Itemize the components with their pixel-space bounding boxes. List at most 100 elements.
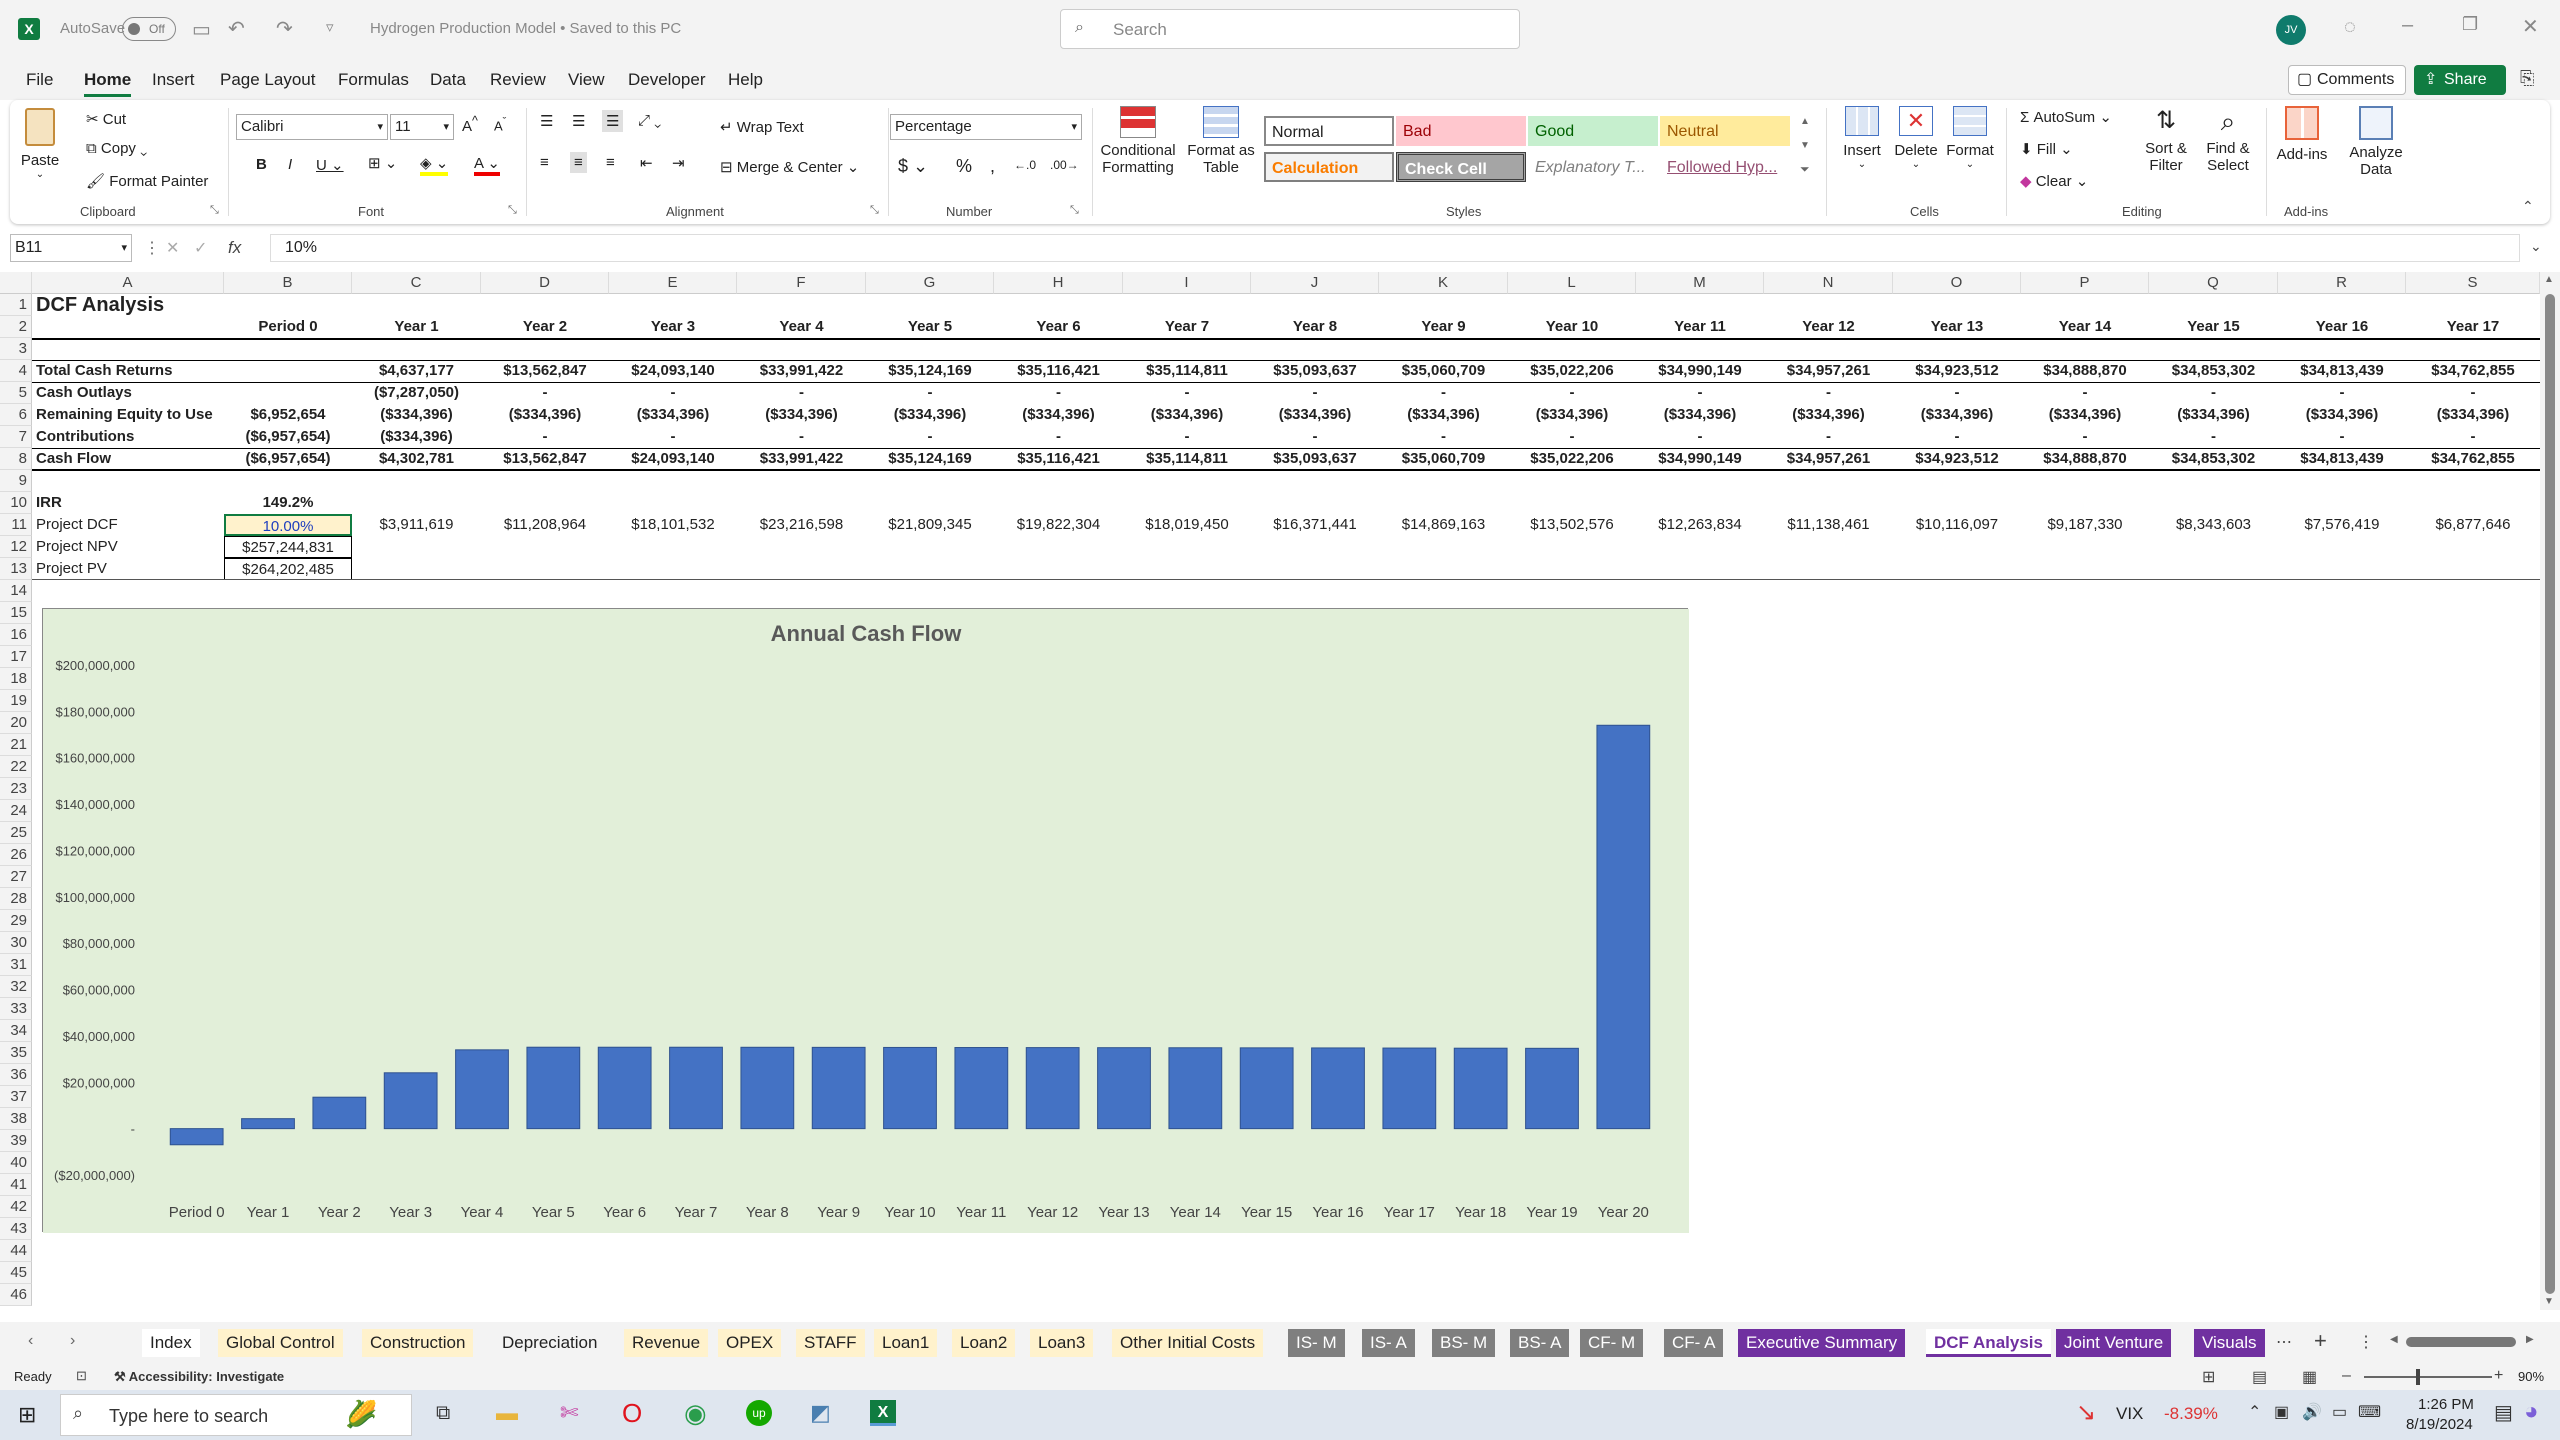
data-cell[interactable]: -: [994, 426, 1123, 448]
style-followed-hyperlink[interactable]: Followed Hyp...: [1660, 152, 1790, 182]
npv-value[interactable]: $257,244,831: [224, 536, 352, 558]
row-header[interactable]: 28: [0, 888, 32, 910]
data-cell[interactable]: -: [1379, 382, 1508, 404]
insert-cells-button[interactable]: Insert ⌄: [1836, 106, 1888, 170]
vix-change[interactable]: -8.39%: [2164, 1404, 2218, 1424]
data-cell[interactable]: $35,114,811: [1123, 360, 1251, 382]
row-header[interactable]: 7: [0, 426, 32, 448]
fill-button[interactable]: ⬇ Fill ⌄: [2020, 140, 2073, 158]
data-cell[interactable]: $35,093,637: [1251, 360, 1379, 382]
data-cell[interactable]: -: [481, 382, 609, 404]
dcf-value[interactable]: $9,187,330: [2021, 514, 2149, 536]
column-header[interactable]: Q: [2149, 272, 2278, 294]
macro-record-icon[interactable]: ⊡: [76, 1368, 87, 1384]
chart-bar[interactable]: [169, 1128, 224, 1146]
data-cell[interactable]: ($6,957,654): [224, 426, 352, 448]
row-header[interactable]: 13: [0, 558, 32, 580]
data-cell[interactable]: -: [1764, 382, 1893, 404]
data-cell[interactable]: ($334,396): [2149, 404, 2278, 426]
addins-button[interactable]: Add-ins: [2272, 106, 2332, 163]
data-cell[interactable]: -: [609, 426, 737, 448]
decrease-indent-icon[interactable]: ⇤: [640, 154, 653, 172]
tab-visuals[interactable]: Visuals: [2194, 1329, 2265, 1357]
column-header[interactable]: D: [481, 272, 609, 294]
align-center-icon[interactable]: ≡: [570, 152, 587, 173]
formula-input[interactable]: 10%: [270, 234, 2520, 262]
row-header[interactable]: 39: [0, 1130, 32, 1152]
user-avatar[interactable]: JV: [2276, 15, 2306, 45]
comments-button[interactable]: ▢ Comments: [2288, 65, 2406, 95]
data-cell[interactable]: $34,957,261: [1764, 448, 1893, 470]
data-cell[interactable]: $34,888,870: [2021, 360, 2149, 382]
row-header[interactable]: 14: [0, 580, 32, 602]
dcf-value[interactable]: $16,371,441: [1251, 514, 1379, 536]
period-header[interactable]: Year 9: [1379, 316, 1508, 338]
task-view-icon[interactable]: ⧉: [436, 1402, 450, 1425]
add-sheet-icon[interactable]: +: [2314, 1328, 2327, 1354]
menu-data[interactable]: Data: [430, 70, 466, 90]
dcf-value[interactable]: $3,911,619: [352, 514, 481, 536]
data-cell[interactable]: -: [2149, 382, 2278, 404]
dcf-value[interactable]: $11,138,461: [1764, 514, 1893, 536]
column-header[interactable]: J: [1251, 272, 1379, 294]
data-cell[interactable]: $34,957,261: [1764, 360, 1893, 382]
zoom-in-icon[interactable]: +: [2494, 1367, 2503, 1385]
data-cell[interactable]: $34,762,855: [2406, 448, 2540, 470]
accessibility-button[interactable]: ⚒ Accessibility: Investigate: [114, 1369, 284, 1385]
cancel-icon[interactable]: ✕: [166, 238, 179, 258]
row-header[interactable]: 45: [0, 1262, 32, 1284]
row-header[interactable]: 8: [0, 448, 32, 470]
data-cell[interactable]: ($334,396): [1764, 404, 1893, 426]
undo-icon[interactable]: ↶: [228, 16, 245, 41]
zoom-slider-thumb[interactable]: [2416, 1369, 2420, 1385]
data-cell[interactable]: -: [2021, 382, 2149, 404]
font-color-icon[interactable]: A ⌄: [474, 154, 500, 176]
data-cell[interactable]: $34,888,870: [2021, 448, 2149, 470]
row-label[interactable]: Cash Outlays: [32, 382, 232, 404]
more-sheets-icon[interactable]: ⋯: [2276, 1332, 2292, 1352]
data-cell[interactable]: $13,562,847: [481, 360, 609, 382]
borders-icon[interactable]: ⊞ ⌄: [368, 154, 397, 172]
tab-construction[interactable]: Construction: [362, 1329, 474, 1357]
data-cell[interactable]: $34,853,302: [2149, 448, 2278, 470]
excel-taskbar-icon[interactable]: X: [870, 1400, 896, 1426]
data-cell[interactable]: $24,093,140: [609, 448, 737, 470]
data-cell[interactable]: $35,060,709: [1379, 448, 1508, 470]
irr-value[interactable]: 149.2%: [224, 492, 352, 514]
network-icon[interactable]: ▭: [2332, 1402, 2347, 1422]
data-cell[interactable]: ($334,396): [481, 404, 609, 426]
chart-bar[interactable]: [740, 1046, 795, 1130]
align-middle-icon[interactable]: ☰: [572, 112, 585, 130]
data-cell[interactable]: $4,302,781: [352, 448, 481, 470]
cut-button[interactable]: ✂ Cut: [86, 110, 126, 128]
tray-apps-icon[interactable]: ▣: [2274, 1402, 2289, 1422]
tab-other-initial-costs[interactable]: Other Initial Costs: [1112, 1329, 1264, 1357]
row-header[interactable]: 40: [0, 1152, 32, 1174]
scroll-down-icon[interactable]: ▼: [2544, 1296, 2554, 1307]
column-header[interactable]: O: [1893, 272, 2021, 294]
font-launcher-icon[interactable]: ⤡: [508, 204, 517, 217]
zoom-out-icon[interactable]: –: [2342, 1367, 2351, 1385]
tab-cf-a[interactable]: CF- A: [1664, 1329, 1724, 1357]
row-header[interactable]: 35: [0, 1042, 32, 1064]
chart-bar[interactable]: [1025, 1047, 1080, 1130]
row-header[interactable]: 3: [0, 338, 32, 360]
volume-icon[interactable]: 🔊: [2302, 1402, 2322, 1422]
chart-bar[interactable]: [811, 1046, 866, 1130]
tab-scroll-right-icon[interactable]: ›: [70, 1332, 75, 1350]
styles-scroll-down-icon[interactable]: ▼: [1800, 140, 1810, 151]
tab-bs-m[interactable]: BS- M: [1432, 1329, 1496, 1357]
dcf-rate-cell[interactable]: 10.00%: [224, 514, 352, 536]
horizontal-scrollbar[interactable]: ◀ ▶: [2390, 1334, 2540, 1350]
chrome-icon[interactable]: ◉: [684, 1398, 707, 1429]
lightbulb-icon[interactable]: ◌: [2344, 16, 2356, 39]
tab-index[interactable]: Index: [142, 1329, 200, 1357]
data-cell[interactable]: ($334,396): [352, 404, 481, 426]
menu-insert[interactable]: Insert: [152, 70, 195, 90]
increase-indent-icon[interactable]: ⇥: [672, 154, 685, 172]
chart-bar[interactable]: [455, 1049, 509, 1130]
customize-toolbar-icon[interactable]: ▿: [326, 18, 334, 36]
dcf-value[interactable]: $14,869,163: [1379, 514, 1508, 536]
taskbar-search-box[interactable]: ⌕ Type here to search 🌽: [60, 1394, 412, 1436]
data-cell[interactable]: ($6,957,654): [224, 448, 352, 470]
